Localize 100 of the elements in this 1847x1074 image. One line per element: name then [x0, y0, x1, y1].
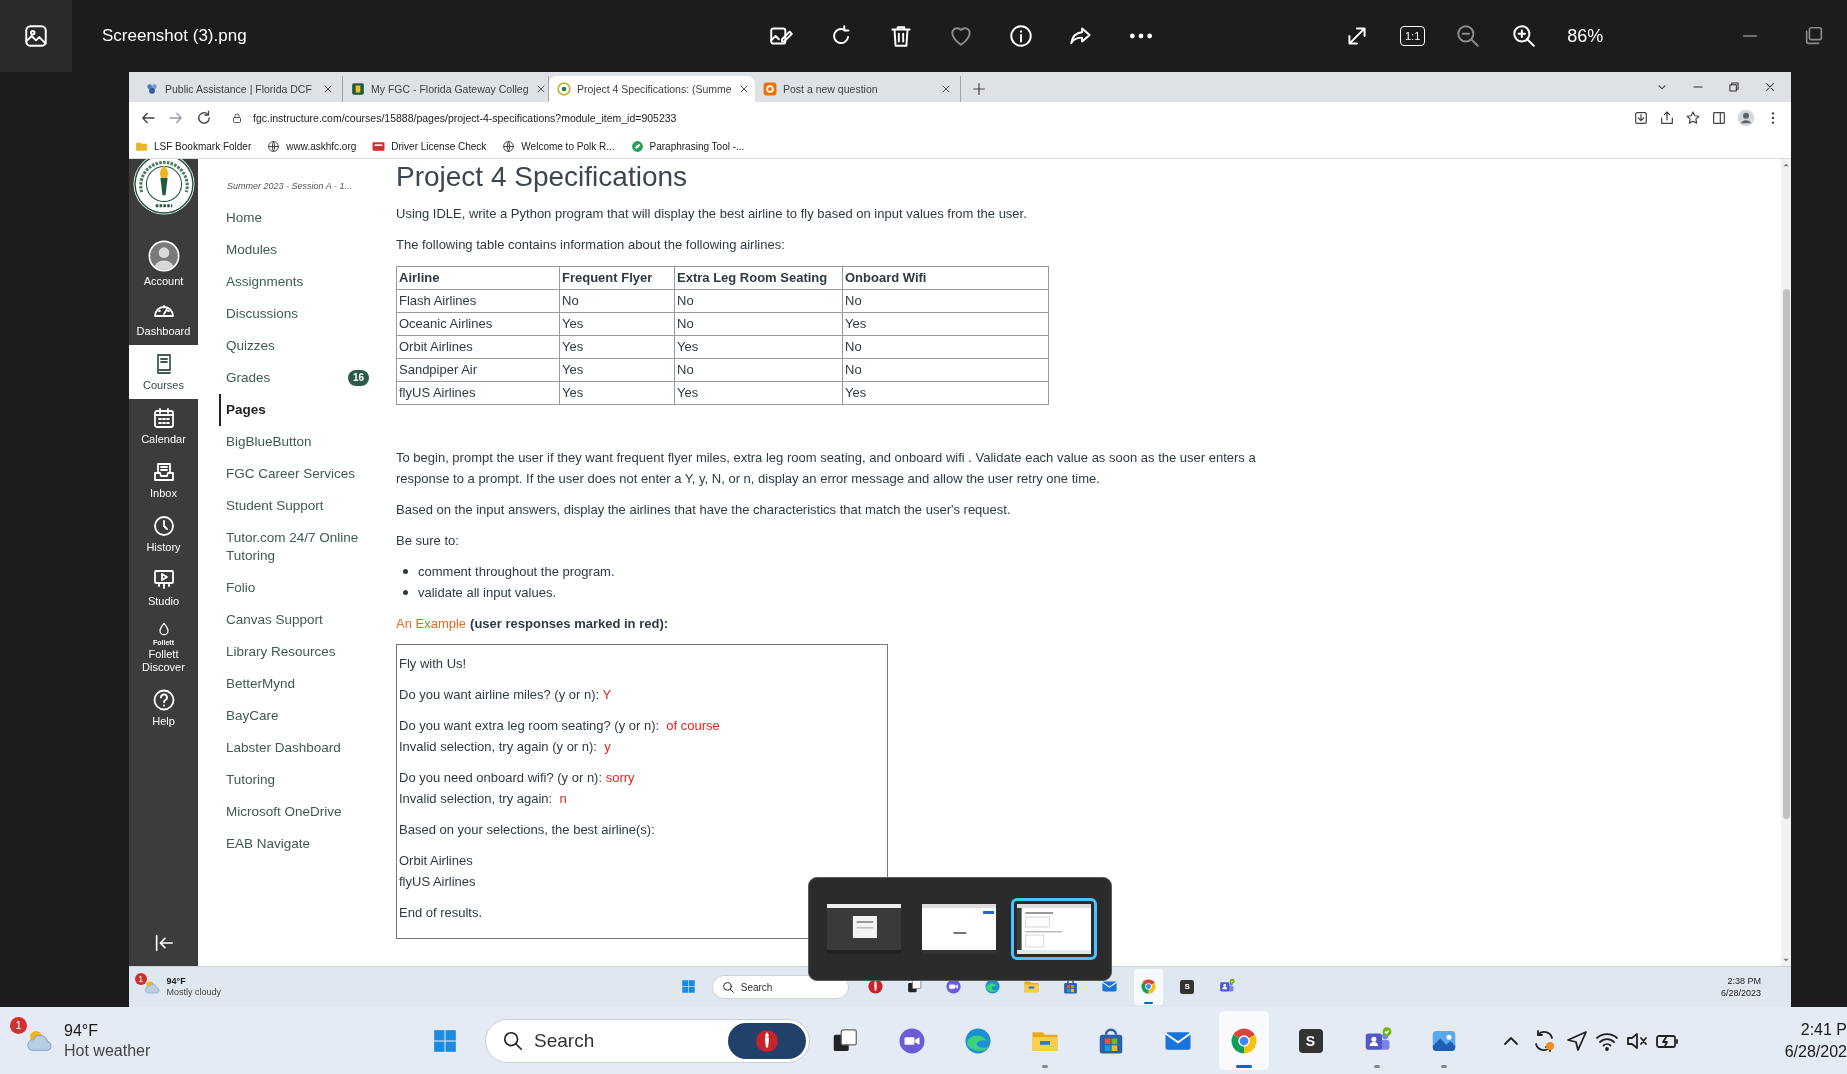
column-header: Airline	[396, 266, 560, 290]
file-name: Screenshot (3).png	[102, 26, 248, 46]
search-bar[interactable]: Search	[711, 975, 849, 999]
actual-size-button[interactable]: 1:1	[1400, 26, 1426, 46]
example-line: Fly with Us!	[399, 655, 468, 673]
course-nav-link[interactable]: Pages	[219, 394, 369, 426]
course-nav-link[interactable]: Library Resources	[219, 636, 369, 668]
clock-date: 6/28/2023	[1720, 987, 1761, 1000]
address-field[interactable]: fgc.instructure.com/courses/15888/pages/project-4-specifications?module_item_id=905233	[253, 112, 677, 124]
table-cell: No	[674, 289, 843, 313]
course-nav-link[interactable]: Folio	[219, 572, 369, 604]
course-nav-link[interactable]: Discussions	[219, 298, 369, 330]
example-line: Orbit Airlines	[399, 852, 474, 870]
reload-icon[interactable]	[195, 109, 213, 127]
table-cell: Flash Airlines	[396, 289, 560, 313]
course-nav-link[interactable]: Labster Dashboard	[219, 732, 369, 764]
zoom-out-icon[interactable]	[1455, 23, 1482, 49]
scroll-up-icon[interactable]	[1782, 161, 1790, 169]
inbox-icon	[151, 460, 176, 484]
browser-icon	[1139, 978, 1157, 996]
window-thumbnail[interactable]	[1011, 898, 1097, 960]
site-icon	[145, 82, 159, 96]
browser-tab[interactable]: Project 4 Specifications: (Summe	[549, 76, 755, 102]
calendar-icon	[151, 406, 176, 430]
course-nav-link[interactable]: BigBlueButton	[219, 426, 369, 458]
course-nav-link[interactable]: Student Support	[219, 490, 369, 522]
profile-icon[interactable]	[1737, 109, 1755, 127]
side-panel-icon[interactable]	[1711, 110, 1727, 126]
course-nav-link[interactable]: Grades 16	[219, 362, 369, 394]
close-icon[interactable]	[940, 83, 952, 95]
global-nav-link[interactable]: Courses	[129, 345, 198, 399]
search-icon	[721, 980, 735, 994]
scrollbar-thumb[interactable]	[1782, 289, 1790, 819]
table-cell: No	[674, 312, 843, 336]
global-nav-link[interactable]: Studio	[129, 561, 198, 615]
global-nav-link[interactable]: Calendar	[129, 399, 198, 453]
table-cell: Sandpiper Air	[396, 358, 560, 382]
info-icon[interactable]	[1008, 23, 1034, 49]
search-field[interactable]: Search	[534, 1029, 718, 1052]
bookmark-link[interactable]: Welcome to Polk R...	[521, 140, 615, 152]
install-icon[interactable]	[1633, 110, 1649, 126]
bookmark-link[interactable]: www.askhfc.org	[286, 140, 357, 152]
table-cell: Yes	[674, 381, 843, 405]
location-icon[interactable]	[1564, 1028, 1589, 1053]
delete-icon[interactable]	[888, 23, 914, 49]
start-icon[interactable]	[681, 979, 696, 995]
app-button[interactable]	[728, 1022, 806, 1059]
example-line: Do you want extra leg room seating? (y or n): of course	[399, 717, 721, 735]
start-icon[interactable]	[432, 1027, 458, 1054]
course-nav-link[interactable]: BetterMynd	[219, 668, 369, 700]
search-field[interactable]: Search	[740, 981, 848, 993]
table-cell: Yes	[559, 312, 675, 336]
list-item: validate all input values.	[418, 584, 557, 602]
example-line: End of results.	[399, 904, 484, 922]
course-nav-link[interactable]: Microsoft OneDrive	[219, 796, 369, 828]
app-button[interactable]: S	[1172, 968, 1202, 1006]
course-nav-link[interactable]: EAB Navigate	[219, 828, 369, 860]
bullet-icon	[403, 569, 408, 574]
gallery-button[interactable]	[0, 0, 72, 72]
course-nav-link[interactable]: BayCare	[219, 700, 369, 732]
new-tab-icon[interactable]	[971, 81, 987, 97]
close-icon[interactable]	[1763, 80, 1777, 94]
paragraph: To begin, prompt the user if they want frequent flyer miles, extra leg room seating, and onboard wifi . Validate each value as soon as the user enters a response to a prompt. If the user does not enter a Y, y, N, or n, display an error message and allow the user retry one time.	[396, 449, 1257, 488]
college-seal-logo[interactable]	[132, 159, 195, 215]
global-nav-link[interactable]: Dashboard	[129, 291, 198, 345]
bookmark-link[interactable]: Paraphrasing Tool -...	[649, 140, 745, 152]
restore-icon[interactable]	[1803, 25, 1825, 47]
paragraph: Be sure to:	[396, 532, 460, 550]
page-title: Project 4 Specifications	[396, 161, 689, 193]
global-nav-link[interactable]: History	[129, 507, 198, 561]
star-icon[interactable]	[1685, 110, 1701, 126]
close-icon[interactable]	[322, 83, 334, 95]
course-nav-link[interactable]: Home	[219, 202, 369, 234]
course-nav-link[interactable]: FGC Career Services	[219, 458, 369, 490]
bookmark-link[interactable]: LSF Bookmark Folder	[154, 140, 252, 152]
course-nav-link[interactable]: Tutoring	[219, 764, 369, 796]
course-nav-link[interactable]: Canvas Support	[219, 604, 369, 636]
table-cell: flyUS Airlines	[396, 381, 560, 405]
table-cell: Oceanic Airlines	[396, 312, 560, 336]
course-nav-link[interactable]: Quizzes	[219, 330, 369, 362]
share-icon[interactable]	[1659, 110, 1675, 126]
search-bar[interactable]: Search	[485, 1018, 810, 1063]
course-nav-link[interactable]: Assignments	[219, 266, 369, 298]
global-nav-link[interactable]: Inbox	[129, 453, 198, 507]
global-nav-link[interactable]: Help	[129, 681, 198, 735]
table-cell: Yes	[842, 312, 1049, 336]
app-button[interactable]: S	[1285, 1011, 1336, 1070]
alert-badge: 1	[134, 972, 147, 985]
zoom-in-icon[interactable]	[1511, 23, 1538, 49]
example-line: Invalid selection, try again (y or n): y	[399, 738, 612, 756]
clock-date: 6/28/202	[1784, 1041, 1847, 1062]
search-icon	[502, 1029, 524, 1052]
bookmark-link[interactable]: Driver License Check	[391, 140, 487, 152]
course-nav-link[interactable]: Modules	[219, 234, 369, 266]
example-heading: An Example	[396, 615, 467, 633]
course-nav-link[interactable]: Tutor.com 24/7 Online Tutoring	[219, 522, 369, 572]
column-header: Frequent Flyer	[559, 266, 675, 290]
global-nav-link[interactable]: Account	[129, 237, 198, 291]
restore-icon[interactable]	[1727, 80, 1741, 94]
scroll-down-icon[interactable]	[1782, 956, 1790, 964]
